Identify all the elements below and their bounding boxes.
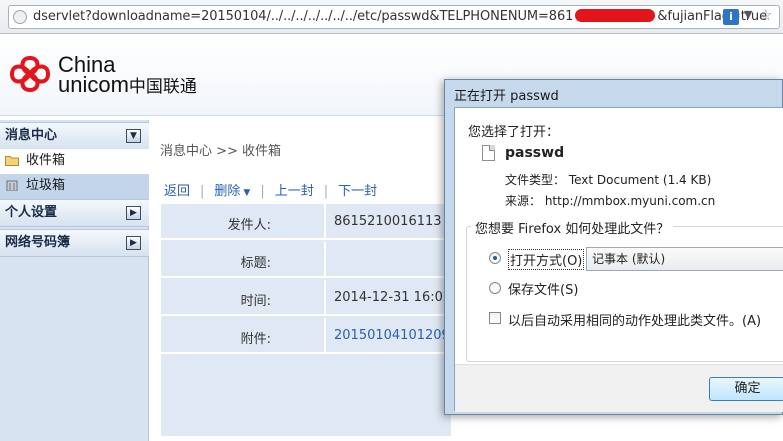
file-type: 文件类型： Text Document (1.4 KB) <box>505 173 712 187</box>
auto-action-checkbox[interactable] <box>489 312 501 324</box>
nav-section-message-center[interactable]: 消息中心 ▼ <box>0 122 149 150</box>
sidebar-item-label: 垃圾箱 <box>26 178 66 193</box>
action-question: 您想要 Firefox 如何处理此文件？ <box>471 218 674 237</box>
logo-cn: 中国联通 <box>128 77 197 97</box>
field-label: 发件人: <box>227 218 271 233</box>
field-value: 2014-12-31 16:02 <box>324 280 451 316</box>
open-with-app-value: 记事本 (默认) <box>592 252 666 266</box>
table-row: 发件人: 8615210016113 <box>161 204 451 240</box>
field-label: 标题: <box>240 256 271 271</box>
table-row: 标题: <box>161 242 451 278</box>
unicom-knot-logo-icon <box>9 55 51 93</box>
star-icon[interactable]: ☆ <box>759 6 772 24</box>
save-file-label[interactable]: 保存文件(S) <box>508 279 578 298</box>
file-name: passwd <box>505 145 565 161</box>
field-label: 附件: <box>240 332 271 347</box>
nav-section-personal-settings[interactable]: 个人设置 ▶ <box>0 199 149 227</box>
expand-icon[interactable]: ▶ <box>126 236 141 250</box>
delete-button[interactable]: 删除 ▼ <box>214 184 250 199</box>
ok-button[interactable]: 确定 <box>709 377 783 401</box>
divider: | <box>260 184 265 199</box>
prev-button[interactable]: 上一封 <box>275 184 314 199</box>
open-with-app-select[interactable]: 记事本 (默认) <box>586 247 783 271</box>
sidebar-item-trash[interactable]: 垃圾箱 <box>0 174 149 199</box>
info-icon[interactable]: i <box>723 9 739 25</box>
unicom-logo-text: China unicom中国联通 <box>58 54 197 98</box>
mail-toolbar: 返回 | 删除 ▼ | 上一封 | 下一封 <box>164 180 377 199</box>
logo-line2: unicom <box>58 72 129 97</box>
folder-icon <box>5 156 19 166</box>
nav-section-label: 网络号码簿 <box>5 235 71 250</box>
address-bar: dservlet?downloadname=20150104/../../../… <box>0 0 783 34</box>
expand-icon[interactable]: ▶ <box>126 206 141 220</box>
dialog-body: 您选择了打开： passwd 文件类型： Text Document (1.4 … <box>454 107 783 412</box>
chosen-label: 您选择了打开： <box>468 125 560 140</box>
chevron-down-icon[interactable]: ▼ <box>744 8 752 21</box>
download-dialog: 正在打开 passwd 您选择了打开： passwd 文件类型： Text Do… <box>444 79 783 415</box>
collapse-icon[interactable]: ▼ <box>126 129 141 143</box>
open-with-radio[interactable] <box>489 252 501 264</box>
dialog-title: 正在打开 passwd <box>454 89 559 104</box>
breadcrumb: 消息中心 >> 收件箱 <box>160 144 282 159</box>
nav-section-label: 消息中心 <box>5 128 58 143</box>
open-with-label[interactable]: 打开方式(O) <box>508 249 585 270</box>
attachment-link[interactable]: 2015010410120951 <box>324 318 451 354</box>
auto-action-label[interactable]: 以后自动采用相同的动作处理此类文件。(A) <box>508 310 761 329</box>
divider: | <box>200 184 205 199</box>
nav-section-label: 个人设置 <box>5 205 58 220</box>
field-value: 8615210016113 <box>324 204 451 240</box>
back-button[interactable]: 返回 <box>164 184 190 199</box>
globe-icon <box>13 10 27 24</box>
sidebar-item-label: 收件箱 <box>26 153 66 168</box>
dialog-footer: 确定 <box>455 364 783 412</box>
trash-icon <box>6 180 18 191</box>
field-label: 时间: <box>240 294 271 309</box>
sidebar-item-inbox[interactable]: 收件箱 <box>0 149 149 174</box>
file-source: 来源： http://mmbox.myuni.com.cn <box>505 194 716 208</box>
sidebar: 消息中心 ▼ 收件箱 垃圾箱 个人设置 ▶ 网络号码簿 ▶ <box>0 120 149 441</box>
field-value <box>324 242 451 278</box>
next-button[interactable]: 下一封 <box>338 184 377 199</box>
table-row: 附件: 2015010410120951 <box>161 318 451 354</box>
save-file-radio[interactable] <box>489 282 501 294</box>
url-field[interactable]: dservlet?downloadname=20150104/../../../… <box>8 5 780 29</box>
nav-section-address-book[interactable]: 网络号码簿 ▶ <box>0 229 149 257</box>
table-row: 时间: 2014-12-31 16:02 <box>161 280 451 316</box>
delete-label: 删除 <box>214 184 241 199</box>
redaction-mark <box>575 9 656 22</box>
caret-down-icon: ▼ <box>243 188 251 198</box>
divider: | <box>323 184 329 199</box>
url-text[interactable]: dservlet?downloadname=20150104/../../../… <box>33 9 767 24</box>
url-prefix: dservlet?downloadname=20150104/../../../… <box>33 9 574 24</box>
document-icon <box>482 145 495 161</box>
mail-detail-table: 发件人: 8615210016113 标题: 时间: 2014-12-31 16… <box>161 204 451 436</box>
